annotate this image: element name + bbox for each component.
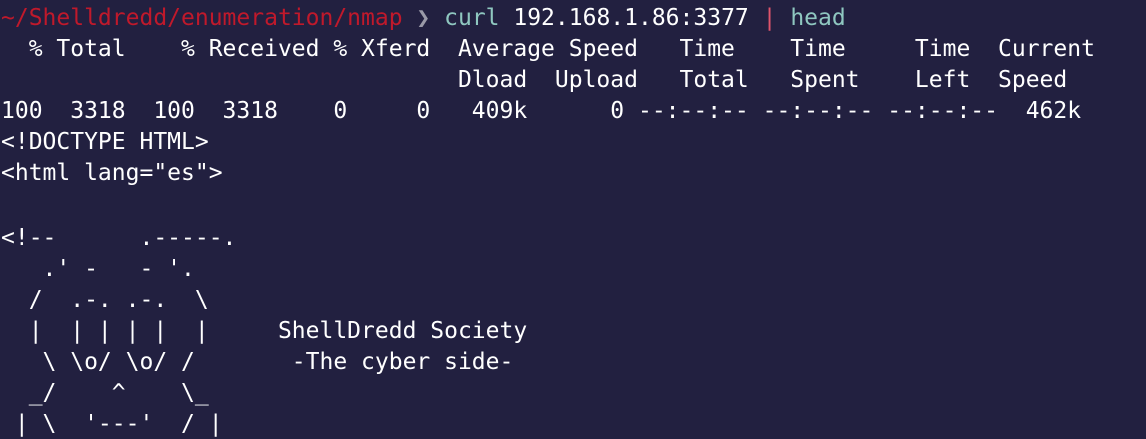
ascii-art-line: .' - - '. bbox=[1, 256, 195, 282]
ascii-art-line: \ \o/ \o/ / -The cyber side- bbox=[1, 349, 514, 375]
pipe-command: head bbox=[776, 5, 846, 31]
output-line: <html lang="es"> bbox=[1, 160, 223, 186]
command-name: curl bbox=[444, 5, 500, 31]
pipe-symbol: | bbox=[762, 5, 777, 31]
ascii-art-line: _/ ^ \_ bbox=[1, 380, 209, 406]
prompt-chevron-icon: ❯ bbox=[402, 5, 445, 31]
output-line: 100 3318 100 3318 0 0 409k 0 --:--:-- --… bbox=[1, 98, 1082, 124]
ascii-art-line: <!-- .-----. bbox=[1, 225, 237, 251]
command-argument: 192.168.1.86:3377 bbox=[499, 5, 763, 31]
ascii-art-line: | | | | | | ShellDredd Society bbox=[1, 318, 528, 344]
output-line: <!DOCTYPE HTML> bbox=[1, 129, 209, 155]
prompt-cwd: ~/Shelldredd/enumeration/nmap bbox=[1, 5, 403, 31]
output-line: % Total % Received % Xferd Average Speed… bbox=[1, 36, 1095, 62]
ascii-art-line: / .-. .-. \ bbox=[1, 287, 209, 313]
output-line: Dload Upload Total Spent Left Speed bbox=[1, 67, 1068, 93]
ascii-art-line: | \ '---' / | bbox=[1, 411, 223, 437]
prompt-line: ~/Shelldredd/enumeration/nmap ❯ curl 192… bbox=[0, 3, 1146, 34]
terminal-window[interactable]: ~/Shelldredd/enumeration/nmap ❯ curl 192… bbox=[0, 0, 1146, 439]
